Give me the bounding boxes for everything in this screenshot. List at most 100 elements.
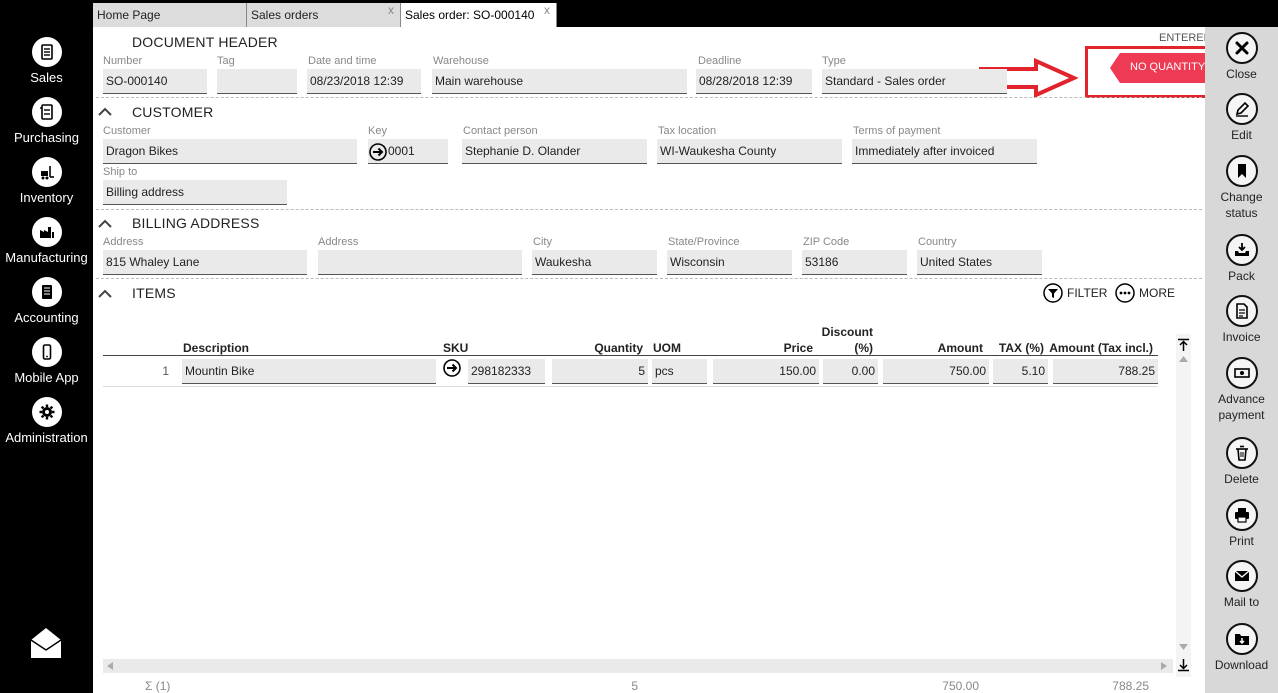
purchasing-icon [31, 97, 62, 127]
datetime-label: Date and time [308, 55, 377, 67]
tax-location-field[interactable]: WI-Waukesha County [657, 139, 842, 164]
tab-sales-order-detail[interactable]: Sales order: SO-000140 x [401, 3, 557, 27]
nav-mobile-app[interactable]: Mobile App [0, 337, 93, 385]
col-price[interactable]: Price [743, 341, 813, 355]
more-label: MORE [1139, 286, 1175, 300]
scroll-left-icon[interactable] [107, 662, 113, 670]
state-field[interactable]: Wisconsin [667, 250, 792, 275]
scroll-to-bottom-icon[interactable] [1177, 658, 1190, 672]
action-label: Pack [1228, 269, 1255, 283]
row-price[interactable]: 150.00 [713, 359, 819, 384]
invoice-button[interactable]: Invoice [1205, 295, 1278, 345]
col-amount[interactable]: Amount [893, 341, 983, 355]
more-button[interactable]: MORE [1115, 283, 1175, 303]
more-dots-icon [1115, 283, 1135, 303]
print-button[interactable]: Print [1205, 499, 1278, 549]
row-sku[interactable]: 298182333 [468, 359, 545, 384]
customer-field[interactable]: Dragon Bikes [103, 139, 357, 164]
col-quantity[interactable]: Quantity [573, 341, 643, 355]
key-label: Key [368, 125, 387, 137]
row-description[interactable]: Mountin Bike [182, 359, 436, 384]
col-discount[interactable]: Discount [813, 325, 873, 339]
pack-button[interactable]: Pack [1205, 234, 1278, 284]
warehouse-field[interactable]: Main warehouse [432, 69, 687, 94]
state-label: State/Province [668, 236, 740, 248]
collapse-chevron-icon[interactable] [98, 219, 112, 229]
tab-close-icon[interactable]: x [544, 3, 550, 17]
collapse-chevron-icon[interactable] [98, 107, 112, 117]
col-uom[interactable]: UOM [653, 341, 681, 355]
row-uom[interactable]: pcs [652, 359, 707, 384]
filter-button[interactable]: FILTER [1043, 283, 1107, 303]
row-amount[interactable]: 750.00 [883, 359, 989, 384]
tab-bar: Home Page Sales orders x Sales order: SO… [93, 0, 1210, 27]
deadline-field[interactable]: 08/28/2018 12:39 [696, 69, 812, 94]
action-label: Change status [1220, 190, 1263, 220]
go-to-arrow-icon[interactable] [443, 359, 461, 377]
nav-administration[interactable]: Administration [0, 397, 93, 445]
number-label: Number [103, 55, 143, 67]
tab-sales-orders[interactable]: Sales orders x [247, 3, 401, 27]
col-description[interactable]: Description [183, 341, 249, 355]
row-amount-tax[interactable]: 788.25 [1053, 359, 1158, 384]
mobile-phone-icon [31, 337, 62, 367]
scroll-up-icon[interactable] [1179, 356, 1188, 362]
row-quantity[interactable]: 5 [552, 359, 648, 384]
download-button[interactable]: Download [1205, 623, 1278, 673]
tab-label: Sales orders [251, 8, 319, 22]
type-field[interactable]: Standard - Sales order [822, 69, 1007, 94]
action-label: Delete [1224, 472, 1259, 486]
edit-button[interactable]: Edit [1205, 93, 1278, 143]
country-field[interactable]: United States [917, 250, 1042, 275]
scroll-down-icon[interactable] [1179, 644, 1188, 650]
col-amount-tax[interactable]: Amount (Tax incl.) [1048, 341, 1153, 355]
tab-close-icon[interactable]: x [388, 3, 394, 17]
go-to-arrow-icon[interactable] [369, 143, 387, 161]
horizontal-scrollbar[interactable] [103, 659, 1173, 673]
contact-field[interactable]: Stephanie D. Olander [462, 139, 647, 164]
nav-inventory[interactable]: Inventory [0, 157, 93, 205]
nav-accounting[interactable]: Accounting [0, 277, 93, 325]
collapse-chevron-icon[interactable] [98, 289, 112, 299]
delete-button[interactable]: Delete [1205, 437, 1278, 487]
action-label: Edit [1231, 128, 1252, 142]
row-tax[interactable]: 5.10 [993, 359, 1048, 384]
zip-field[interactable]: 53186 [802, 250, 907, 275]
city-field[interactable]: Waukesha [532, 250, 657, 275]
col-sku[interactable]: SKU [443, 341, 468, 355]
change-status-button[interactable]: Change status [1205, 155, 1278, 221]
address-field[interactable]: 815 Whaley Lane [103, 250, 307, 275]
tax-location-label: Tax location [658, 125, 717, 137]
action-label: Advance payment [1218, 392, 1265, 422]
nav-purchasing[interactable]: Purchasing [0, 97, 93, 145]
action-label: Invoice [1222, 330, 1261, 344]
number-field[interactable]: SO-000140 [103, 69, 207, 94]
tab-label: Home Page [97, 8, 161, 22]
address2-field[interactable] [318, 250, 522, 275]
col-tax[interactable]: TAX (%) [983, 341, 1044, 355]
total-count: Σ (1) [145, 679, 171, 693]
invoice-doc-icon [1225, 295, 1258, 327]
scroll-to-top-icon[interactable] [1177, 338, 1190, 352]
nav-manufacturing[interactable]: Manufacturing [0, 217, 93, 265]
trash-icon [1225, 437, 1258, 469]
section-divider [96, 97, 1202, 98]
envelope-icon[interactable] [29, 626, 63, 660]
tag-field[interactable] [217, 69, 297, 94]
envelope-icon [1225, 560, 1258, 592]
datetime-field[interactable]: 08/23/2018 12:39 [307, 69, 421, 94]
top-right-bar [1210, 0, 1278, 27]
ship-to-field[interactable]: Billing address [103, 180, 287, 205]
vertical-scrollbar[interactable] [1176, 334, 1191, 677]
terms-field[interactable]: Immediately after invoiced [852, 139, 1037, 164]
mail-to-button[interactable]: Mail to [1205, 560, 1278, 610]
advance-payment-button[interactable]: Advance payment [1205, 357, 1278, 423]
scroll-right-icon[interactable] [1161, 662, 1167, 670]
tab-home-page[interactable]: Home Page [93, 3, 247, 27]
row-discount[interactable]: 0.00 [823, 359, 878, 384]
ledger-icon [31, 277, 62, 307]
nav-sales[interactable]: Sales [0, 37, 93, 85]
deadline-label: Deadline [698, 55, 742, 67]
inventory-forklift-icon [31, 157, 62, 187]
close-button[interactable]: Close [1205, 32, 1278, 82]
